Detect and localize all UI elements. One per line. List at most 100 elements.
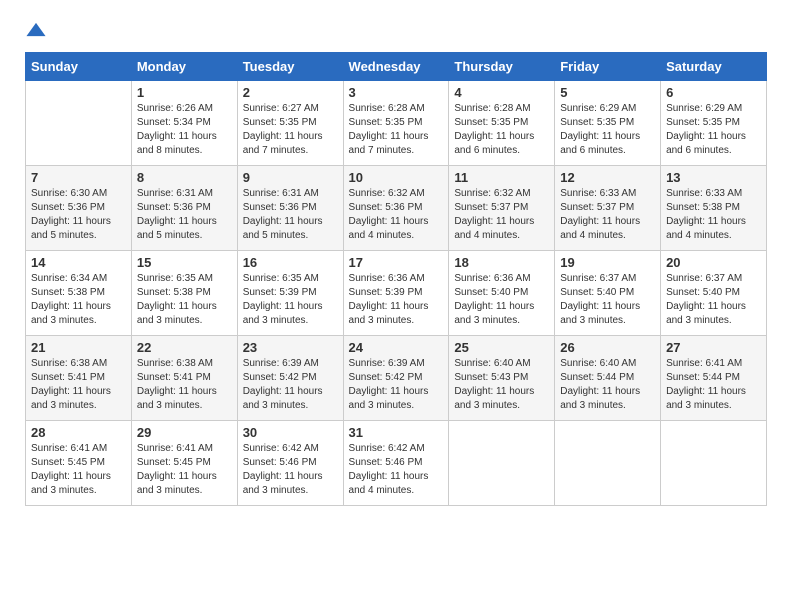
- day-number: 13: [666, 170, 761, 185]
- calendar-cell: 27 Sunrise: 6:41 AM Sunset: 5:44 PM Dayli…: [661, 336, 767, 421]
- day-info: Sunrise: 6:35 AM Sunset: 5:39 PM Dayligh…: [243, 272, 338, 328]
- day-number: 12: [560, 170, 655, 185]
- calendar-cell: 22 Sunrise: 6:38 AM Sunset: 5:41 PM Dayli…: [131, 336, 237, 421]
- calendar-cell: [449, 421, 555, 506]
- day-number: 11: [454, 170, 549, 185]
- day-info: Sunrise: 6:30 AM Sunset: 5:36 PM Dayligh…: [31, 187, 126, 243]
- day-number: 25: [454, 340, 549, 355]
- day-info: Sunrise: 6:31 AM Sunset: 5:36 PM Dayligh…: [243, 187, 338, 243]
- calendar-cell: 31 Sunrise: 6:42 AM Sunset: 5:46 PM Dayli…: [343, 421, 449, 506]
- day-number: 24: [349, 340, 444, 355]
- logo: [25, 20, 51, 42]
- calendar-cell: 18 Sunrise: 6:36 AM Sunset: 5:40 PM Dayli…: [449, 251, 555, 336]
- day-info: Sunrise: 6:33 AM Sunset: 5:38 PM Dayligh…: [666, 187, 761, 243]
- day-info: Sunrise: 6:28 AM Sunset: 5:35 PM Dayligh…: [454, 102, 549, 158]
- calendar-cell: [26, 81, 132, 166]
- day-info: Sunrise: 6:41 AM Sunset: 5:45 PM Dayligh…: [137, 442, 232, 498]
- calendar-cell: 3 Sunrise: 6:28 AM Sunset: 5:35 PM Daylig…: [343, 81, 449, 166]
- day-info: Sunrise: 6:37 AM Sunset: 5:40 PM Dayligh…: [666, 272, 761, 328]
- day-info: Sunrise: 6:36 AM Sunset: 5:40 PM Dayligh…: [454, 272, 549, 328]
- day-info: Sunrise: 6:32 AM Sunset: 5:37 PM Dayligh…: [454, 187, 549, 243]
- day-info: Sunrise: 6:38 AM Sunset: 5:41 PM Dayligh…: [137, 357, 232, 413]
- calendar-cell: 29 Sunrise: 6:41 AM Sunset: 5:45 PM Dayli…: [131, 421, 237, 506]
- day-info: Sunrise: 6:40 AM Sunset: 5:44 PM Dayligh…: [560, 357, 655, 413]
- day-number: 29: [137, 425, 232, 440]
- day-number: 1: [137, 85, 232, 100]
- day-number: 9: [243, 170, 338, 185]
- day-info: Sunrise: 6:29 AM Sunset: 5:35 PM Dayligh…: [560, 102, 655, 158]
- day-number: 5: [560, 85, 655, 100]
- day-number: 30: [243, 425, 338, 440]
- day-number: 28: [31, 425, 126, 440]
- day-info: Sunrise: 6:27 AM Sunset: 5:35 PM Dayligh…: [243, 102, 338, 158]
- day-info: Sunrise: 6:38 AM Sunset: 5:41 PM Dayligh…: [31, 357, 126, 413]
- calendar-cell: 6 Sunrise: 6:29 AM Sunset: 5:35 PM Daylig…: [661, 81, 767, 166]
- day-number: 2: [243, 85, 338, 100]
- day-number: 15: [137, 255, 232, 270]
- day-number: 4: [454, 85, 549, 100]
- calendar-cell: 2 Sunrise: 6:27 AM Sunset: 5:35 PM Daylig…: [237, 81, 343, 166]
- calendar-cell: [555, 421, 661, 506]
- day-info: Sunrise: 6:36 AM Sunset: 5:39 PM Dayligh…: [349, 272, 444, 328]
- day-info: Sunrise: 6:37 AM Sunset: 5:40 PM Dayligh…: [560, 272, 655, 328]
- day-number: 8: [137, 170, 232, 185]
- weekday-header-wednesday: Wednesday: [343, 53, 449, 81]
- day-info: Sunrise: 6:32 AM Sunset: 5:36 PM Dayligh…: [349, 187, 444, 243]
- day-info: Sunrise: 6:41 AM Sunset: 5:45 PM Dayligh…: [31, 442, 126, 498]
- day-number: 21: [31, 340, 126, 355]
- calendar-cell: 1 Sunrise: 6:26 AM Sunset: 5:34 PM Daylig…: [131, 81, 237, 166]
- day-number: 16: [243, 255, 338, 270]
- day-number: 27: [666, 340, 761, 355]
- calendar-cell: 8Sunrise: 6:31 AM Sunset: 5:36 PM Daylig…: [131, 166, 237, 251]
- day-info: Sunrise: 6:40 AM Sunset: 5:43 PM Dayligh…: [454, 357, 549, 413]
- calendar-cell: 12Sunrise: 6:33 AM Sunset: 5:37 PM Dayli…: [555, 166, 661, 251]
- calendar-cell: 19 Sunrise: 6:37 AM Sunset: 5:40 PM Dayli…: [555, 251, 661, 336]
- calendar-cell: 21 Sunrise: 6:38 AM Sunset: 5:41 PM Dayli…: [26, 336, 132, 421]
- calendar-cell: 20 Sunrise: 6:37 AM Sunset: 5:40 PM Dayli…: [661, 251, 767, 336]
- day-number: 20: [666, 255, 761, 270]
- day-info: Sunrise: 6:42 AM Sunset: 5:46 PM Dayligh…: [349, 442, 444, 498]
- day-number: 10: [349, 170, 444, 185]
- day-number: 26: [560, 340, 655, 355]
- weekday-header-thursday: Thursday: [449, 53, 555, 81]
- day-info: Sunrise: 6:28 AM Sunset: 5:35 PM Dayligh…: [349, 102, 444, 158]
- calendar-cell: 13 Sunrise: 6:33 AM Sunset: 5:38 PM Dayli…: [661, 166, 767, 251]
- day-info: Sunrise: 6:42 AM Sunset: 5:46 PM Dayligh…: [243, 442, 338, 498]
- day-number: 18: [454, 255, 549, 270]
- calendar-cell: 24 Sunrise: 6:39 AM Sunset: 5:42 PM Dayli…: [343, 336, 449, 421]
- calendar-cell: 30 Sunrise: 6:42 AM Sunset: 5:46 PM Dayli…: [237, 421, 343, 506]
- day-info: Sunrise: 6:34 AM Sunset: 5:38 PM Dayligh…: [31, 272, 126, 328]
- day-info: Sunrise: 6:39 AM Sunset: 5:42 PM Dayligh…: [243, 357, 338, 413]
- calendar-cell: 26 Sunrise: 6:40 AM Sunset: 5:44 PM Dayli…: [555, 336, 661, 421]
- day-info: Sunrise: 6:39 AM Sunset: 5:42 PM Dayligh…: [349, 357, 444, 413]
- day-info: Sunrise: 6:29 AM Sunset: 5:35 PM Dayligh…: [666, 102, 761, 158]
- day-info: Sunrise: 6:41 AM Sunset: 5:44 PM Dayligh…: [666, 357, 761, 413]
- day-number: 31: [349, 425, 444, 440]
- weekday-header-sunday: Sunday: [26, 53, 132, 81]
- calendar-cell: 23Sunrise: 6:39 AM Sunset: 5:42 PM Dayli…: [237, 336, 343, 421]
- weekday-header-tuesday: Tuesday: [237, 53, 343, 81]
- calendar-cell: 17Sunrise: 6:36 AM Sunset: 5:39 PM Dayli…: [343, 251, 449, 336]
- calendar-cell: 9 Sunrise: 6:31 AM Sunset: 5:36 PM Daylig…: [237, 166, 343, 251]
- calendar-cell: 5 Sunrise: 6:29 AM Sunset: 5:35 PM Daylig…: [555, 81, 661, 166]
- logo-icon: [25, 20, 47, 42]
- calendar-cell: 16 Sunrise: 6:35 AM Sunset: 5:39 PM Dayli…: [237, 251, 343, 336]
- calendar-cell: 25 Sunrise: 6:40 AM Sunset: 5:43 PM Dayli…: [449, 336, 555, 421]
- day-number: 3: [349, 85, 444, 100]
- weekday-header-saturday: Saturday: [661, 53, 767, 81]
- calendar-cell: [661, 421, 767, 506]
- day-number: 14: [31, 255, 126, 270]
- day-number: 6: [666, 85, 761, 100]
- calendar-cell: 15Sunrise: 6:35 AM Sunset: 5:38 PM Dayli…: [131, 251, 237, 336]
- calendar-cell: 28 Sunrise: 6:41 AM Sunset: 5:45 PM Dayli…: [26, 421, 132, 506]
- day-number: 19: [560, 255, 655, 270]
- day-info: Sunrise: 6:26 AM Sunset: 5:34 PM Dayligh…: [137, 102, 232, 158]
- calendar-cell: 11 Sunrise: 6:32 AM Sunset: 5:37 PM Dayli…: [449, 166, 555, 251]
- calendar-cell: 14 Sunrise: 6:34 AM Sunset: 5:38 PM Dayli…: [26, 251, 132, 336]
- day-number: 22: [137, 340, 232, 355]
- weekday-header-monday: Monday: [131, 53, 237, 81]
- calendar-cell: 4 Sunrise: 6:28 AM Sunset: 5:35 PM Daylig…: [449, 81, 555, 166]
- weekday-header-friday: Friday: [555, 53, 661, 81]
- calendar-table: SundayMondayTuesdayWednesdayThursdayFrid…: [25, 52, 767, 506]
- page-header: [25, 20, 767, 42]
